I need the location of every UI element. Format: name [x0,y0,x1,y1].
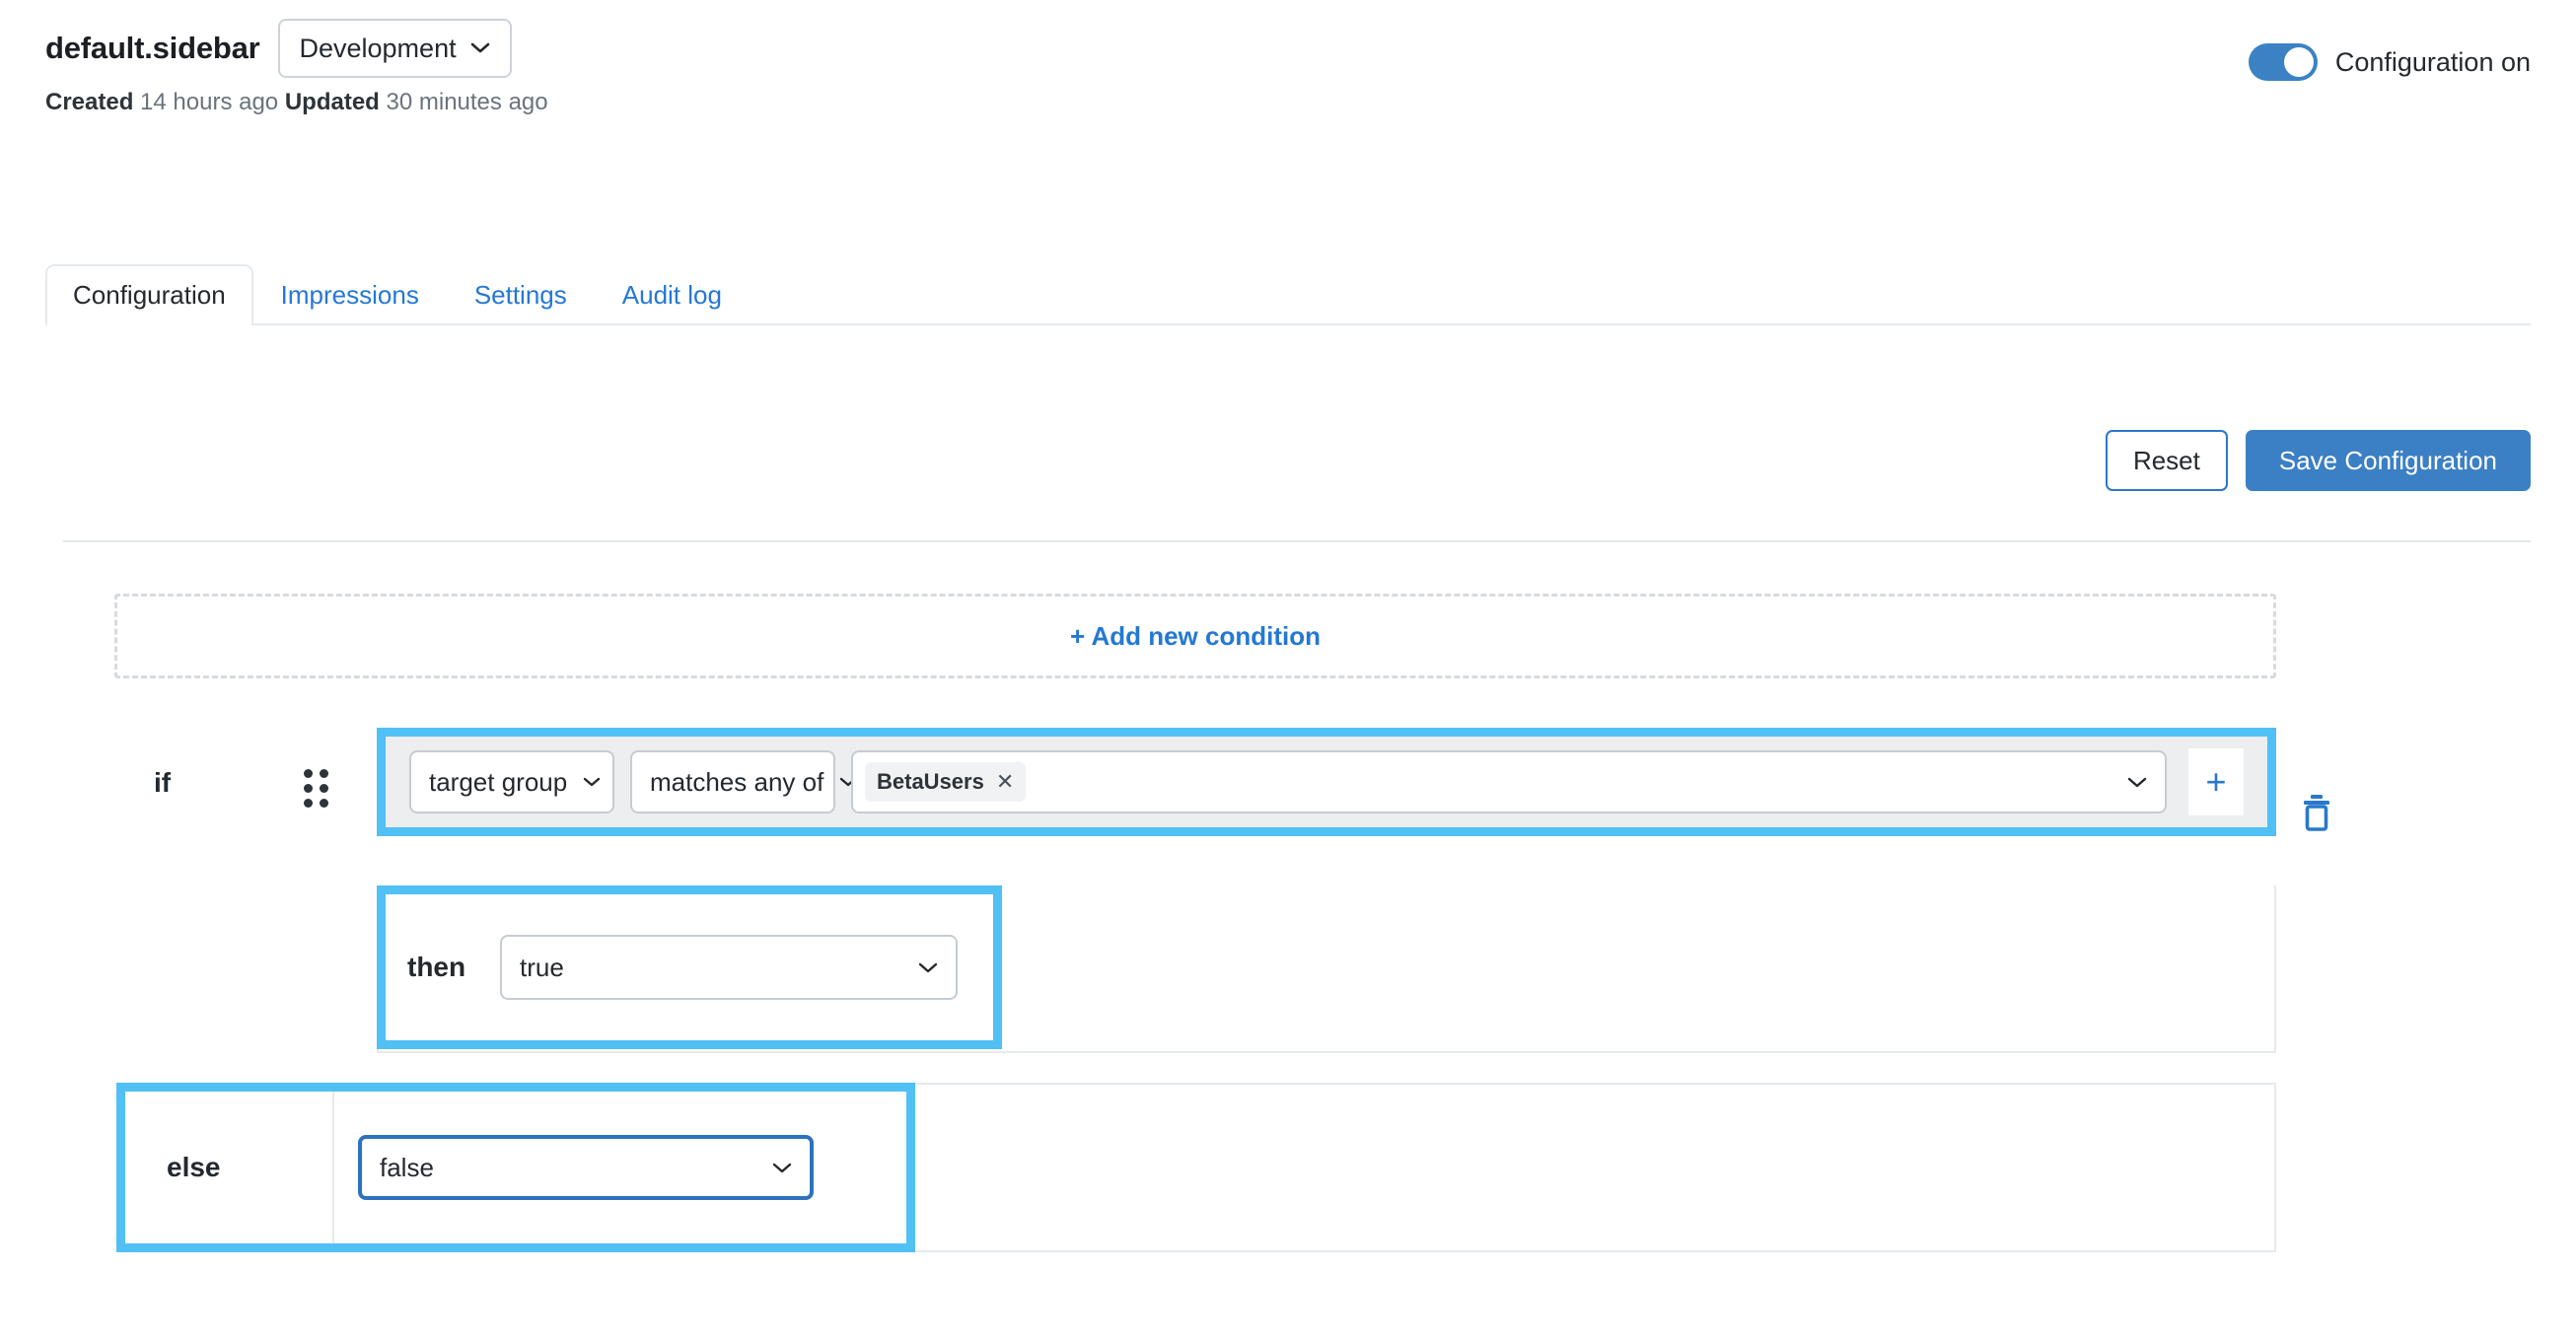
tab-configuration[interactable]: Configuration [45,264,253,325]
updated-label: Updated [285,89,380,115]
save-configuration-button[interactable]: Save Configuration [2246,430,2531,491]
chevron-down-icon [918,961,938,974]
created-label: Created [45,89,133,115]
title-row: default.sidebar Development [45,16,2531,81]
attribute-select[interactable]: target group [409,750,614,813]
trash-icon [2300,819,2333,836]
rule-block: target group matches any of BetaUsers ✕ [377,728,2276,836]
close-icon[interactable]: ✕ [996,769,1014,795]
if-controls: target group matches any of BetaUsers ✕ [409,750,2167,813]
reset-button[interactable]: Reset [2106,430,2228,491]
tab-settings[interactable]: Settings [447,264,595,323]
tab-impressions[interactable]: Impressions [253,264,447,323]
drag-handle-icon[interactable] [304,769,331,811]
add-new-condition-label: + Add new condition [1070,621,1321,652]
else-value-select[interactable]: false [358,1135,814,1200]
tab-audit-log-label: Audit log [622,280,722,310]
chevron-down-icon [470,41,490,55]
value-multiselect[interactable]: BetaUsers ✕ [851,750,2167,813]
environment-select[interactable]: Development [278,19,512,78]
action-buttons: Reset Save Configuration [2106,430,2531,491]
else-value-cell: false [334,1092,906,1243]
plus-icon: + [2205,764,2226,800]
page-title: default.sidebar [45,31,260,66]
chevron-down-icon [2127,776,2147,789]
configuration-toggle[interactable] [2249,43,2318,81]
else-value: false [380,1153,434,1183]
then-row: then true [377,885,1002,1049]
meta-row: Created 14 hours ago Updated 30 minutes … [45,89,2531,116]
operator-select[interactable]: matches any of [630,750,835,813]
delete-rule-button[interactable] [2300,793,2333,837]
chevron-down-icon [772,1162,792,1174]
chevron-down-icon [583,776,601,788]
page-header: default.sidebar Development Created 14 h… [45,16,2531,124]
environment-select-value: Development [300,34,457,64]
tab-settings-label: Settings [474,280,567,310]
updated-value: 30 minutes ago [387,89,548,115]
configuration-toggle-label: Configuration on [2335,47,2531,78]
else-label: else [167,1152,221,1183]
add-condition-clause-button[interactable]: + [2188,748,2244,815]
then-value-select[interactable]: true [500,935,958,1000]
operator-select-value: matches any of [650,767,823,798]
value-chip[interactable]: BetaUsers ✕ [865,762,1026,802]
value-chip-label: BetaUsers [877,769,984,795]
add-new-condition-button[interactable]: + Add new condition [114,594,2276,678]
tab-audit-log[interactable]: Audit log [595,264,750,323]
tab-bar: Configuration Impressions Settings Audit… [45,266,2531,325]
else-label-cell: else [125,1092,334,1243]
configuration-toggle-group[interactable]: Configuration on [2249,43,2531,81]
attribute-select-value: target group [429,767,567,798]
then-value: true [520,953,564,983]
if-label: if [154,767,171,799]
toggle-knob [2284,47,2314,77]
then-label: then [407,952,496,983]
tab-impressions-label: Impressions [281,280,419,310]
else-row: else false [116,1083,915,1252]
section-divider [63,540,2531,542]
created-value: 14 hours ago [140,89,278,115]
if-condition-row: target group matches any of BetaUsers ✕ [377,728,2276,836]
tab-configuration-label: Configuration [73,280,226,310]
